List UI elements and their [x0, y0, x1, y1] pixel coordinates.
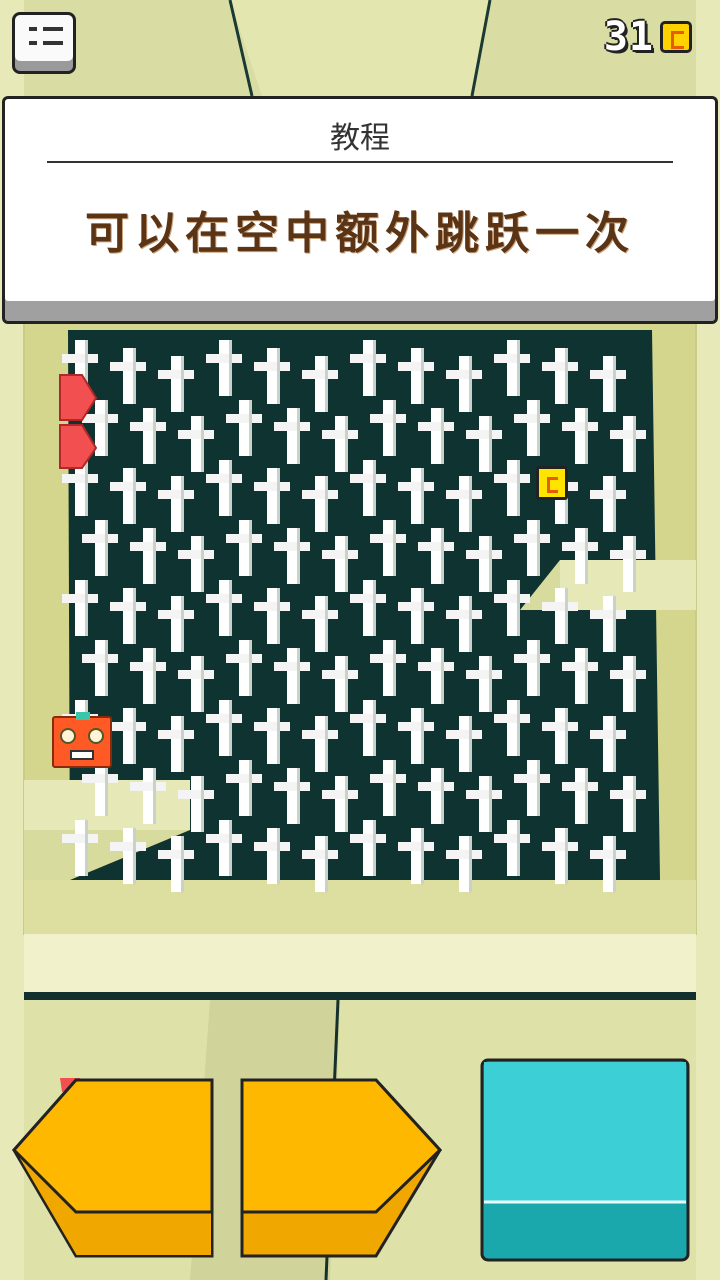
jump-button[interactable]	[480, 1058, 690, 1262]
left-arrow-button[interactable]	[11, 1078, 214, 1258]
controls-layer	[11, 1058, 690, 1262]
right-arrow-button[interactable]	[240, 1078, 443, 1258]
